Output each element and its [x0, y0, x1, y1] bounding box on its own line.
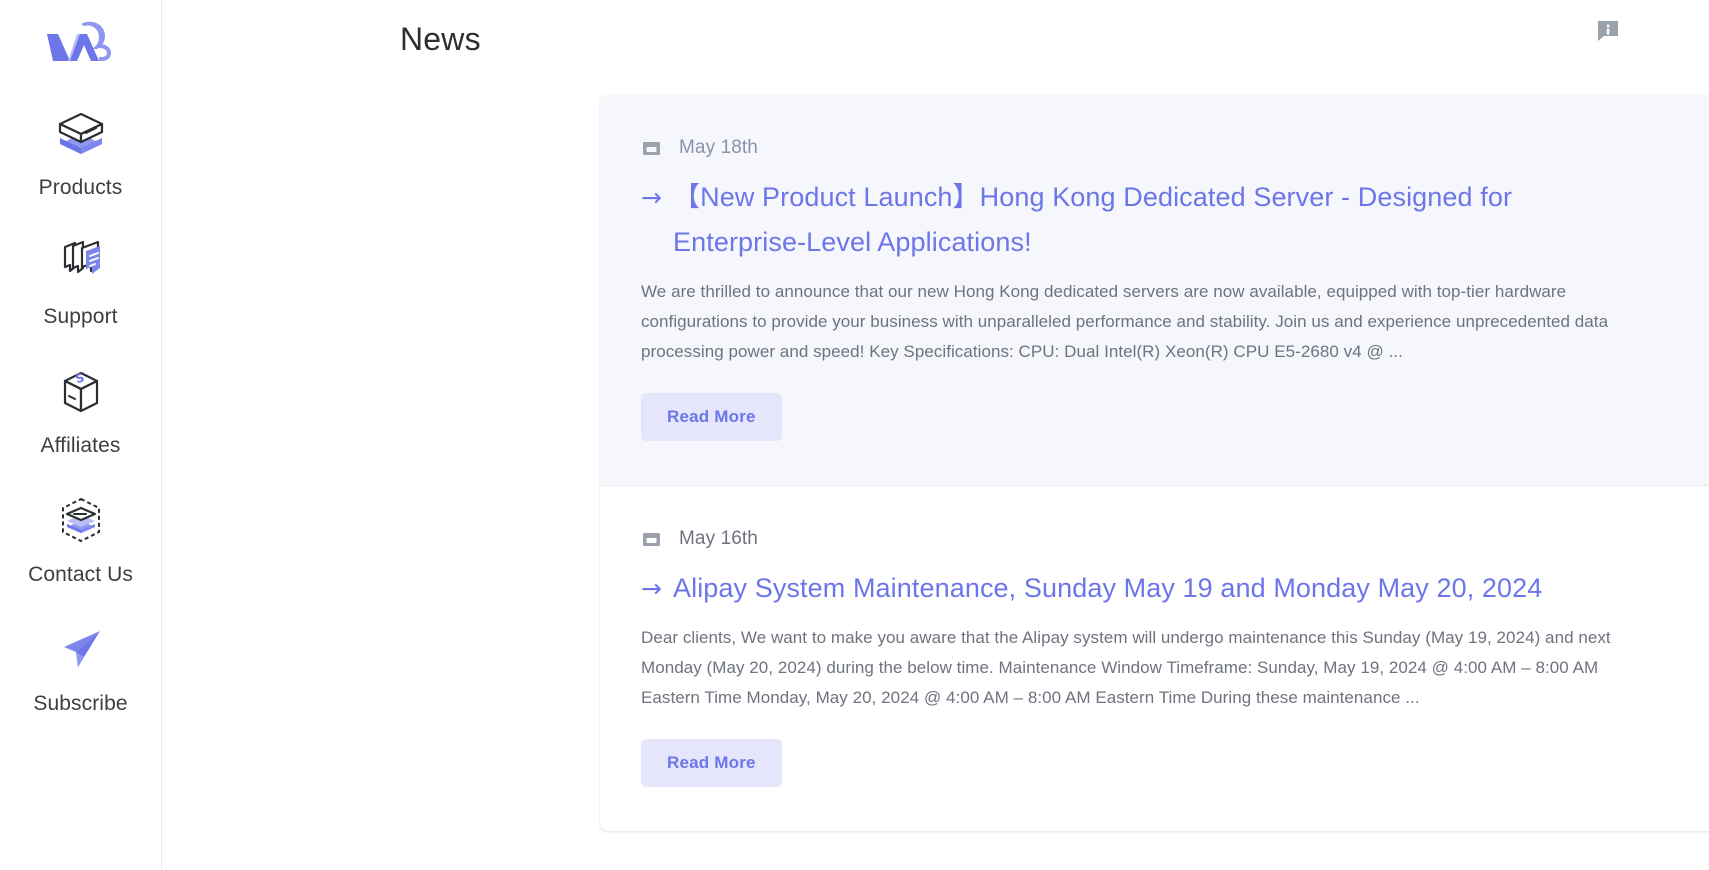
sidebar-item-affiliates[interactable]: S Affiliates: [0, 344, 161, 473]
sidebar-item-contact-us[interactable]: Contact Us: [0, 473, 161, 602]
info-bubble-icon[interactable]: [1593, 16, 1623, 46]
calendar-icon: [641, 138, 661, 158]
sidebar-item-subscribe[interactable]: Subscribe: [0, 602, 161, 731]
news-title-row: → 【New Product Launch】Hong Kong Dedicate…: [641, 175, 1709, 265]
calendar-icon: [641, 529, 661, 549]
chat-bubbles-icon: [54, 231, 108, 293]
topbar: News: [162, 0, 1709, 78]
news-card: May 18th → 【New Product Launch】Hong Kong…: [600, 95, 1709, 831]
brand-logo[interactable]: [0, 8, 161, 86]
paper-plane-icon: [54, 618, 108, 680]
sidebar-item-label: Support: [43, 305, 117, 329]
news-meta: May 16th: [641, 528, 1709, 550]
sidebar: Products Support: [0, 0, 162, 870]
read-more-button[interactable]: Read More: [641, 739, 782, 787]
news-meta: May 18th: [641, 137, 1709, 159]
news-date: May 16th: [679, 528, 758, 550]
layers-dashed-icon: [54, 489, 108, 551]
box-stack-icon: [54, 102, 108, 164]
sidebar-item-label: Affiliates: [41, 434, 121, 458]
sidebar-nav: Products Support: [0, 86, 161, 731]
news-title-link[interactable]: 【New Product Launch】Hong Kong Dedicated …: [673, 175, 1648, 265]
news-excerpt: Dear clients, We want to make you aware …: [641, 623, 1651, 713]
app-root: Products Support: [0, 0, 1709, 870]
news-item: May 18th → 【New Product Launch】Hong Kong…: [600, 95, 1709, 486]
sidebar-item-support[interactable]: Support: [0, 215, 161, 344]
news-title-row: → Alipay System Maintenance, Sunday May …: [641, 566, 1709, 611]
news-title-link[interactable]: Alipay System Maintenance, Sunday May 19…: [673, 566, 1542, 611]
news-item: May 16th → Alipay System Maintenance, Su…: [600, 486, 1709, 831]
main-content: News May 18: [162, 0, 1709, 870]
arrow-right-icon: →: [641, 566, 673, 611]
news-excerpt: We are thrilled to announce that our new…: [641, 277, 1651, 367]
read-more-button[interactable]: Read More: [641, 393, 782, 441]
sidebar-item-label: Products: [39, 176, 123, 200]
sidebar-item-products[interactable]: Products: [0, 86, 161, 215]
sidebar-item-label: Contact Us: [28, 563, 133, 587]
va-cloud-logo: [33, 18, 129, 76]
arrow-right-icon: →: [641, 175, 673, 220]
cube-dollar-icon: S: [54, 360, 108, 422]
page-title: News: [400, 20, 481, 58]
news-date: May 18th: [679, 137, 758, 159]
sidebar-item-label: Subscribe: [33, 692, 127, 716]
